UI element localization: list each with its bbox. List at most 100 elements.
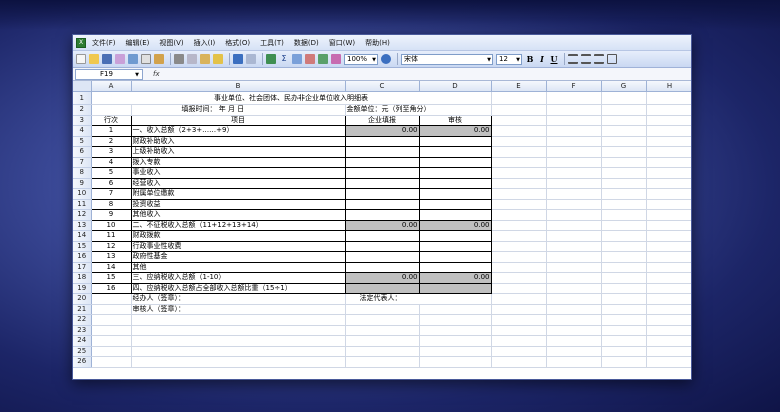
row-header[interactable]: 21 xyxy=(73,304,92,315)
cell[interactable] xyxy=(646,115,691,126)
cell[interactable] xyxy=(491,262,547,273)
cell[interactable] xyxy=(646,325,691,336)
header-audit[interactable]: 审核 xyxy=(418,114,492,126)
cell[interactable] xyxy=(646,146,691,158)
cell[interactable] xyxy=(91,335,132,347)
paste-icon[interactable] xyxy=(200,54,210,64)
reviewer-label[interactable]: 审核人（签章）： xyxy=(131,304,346,315)
audit-value-cell[interactable] xyxy=(418,167,492,179)
cell[interactable] xyxy=(601,262,647,273)
save-icon[interactable] xyxy=(102,54,112,64)
cell[interactable] xyxy=(345,314,420,326)
menu-edit[interactable]: 编辑(E) xyxy=(126,38,150,48)
cell[interactable] xyxy=(646,272,691,284)
cell[interactable] xyxy=(601,346,647,357)
merge-center-icon[interactable] xyxy=(607,54,617,64)
enterprise-value-cell[interactable]: 0.00 xyxy=(344,219,420,231)
cell[interactable] xyxy=(546,346,602,357)
cell[interactable] xyxy=(601,104,647,116)
row-header[interactable]: 18 xyxy=(73,272,92,284)
row-no-cell[interactable]: 3 xyxy=(90,146,132,158)
cell[interactable] xyxy=(91,304,132,315)
print-preview-icon[interactable] xyxy=(141,54,151,64)
cell[interactable] xyxy=(546,91,602,105)
row-no-cell[interactable]: 11 xyxy=(90,230,132,242)
item-label-cell[interactable]: 四、应纳税收入总额占全部收入总额比重（15÷1） xyxy=(130,282,346,294)
cell[interactable] xyxy=(491,356,547,368)
cell[interactable] xyxy=(646,314,691,326)
cell[interactable] xyxy=(601,209,647,221)
item-label-cell[interactable]: 财政补助收入 xyxy=(130,135,346,147)
copy-icon[interactable] xyxy=(187,54,197,64)
row-header[interactable]: 19 xyxy=(73,283,92,294)
item-label-cell[interactable]: 拨入专款 xyxy=(130,156,346,168)
cell[interactable] xyxy=(601,293,647,305)
row-header[interactable]: 24 xyxy=(73,335,92,347)
row-header[interactable]: 23 xyxy=(73,325,92,336)
row-header[interactable]: 20 xyxy=(73,293,92,305)
cell[interactable] xyxy=(491,115,547,126)
cell[interactable] xyxy=(491,91,547,105)
column-header[interactable]: C xyxy=(345,81,420,92)
cell[interactable] xyxy=(646,241,691,252)
cell[interactable] xyxy=(491,167,547,179)
cell[interactable] xyxy=(419,346,492,357)
cell[interactable] xyxy=(601,304,647,315)
row-no-cell[interactable]: 15 xyxy=(90,272,132,284)
row-header[interactable]: 7 xyxy=(73,157,92,168)
legal-rep-label[interactable]: 法定代表人： xyxy=(345,293,492,305)
audit-value-cell[interactable] xyxy=(418,240,492,252)
cell[interactable] xyxy=(646,104,691,116)
help-icon[interactable] xyxy=(381,54,391,64)
row-no-cell[interactable]: 14 xyxy=(90,261,132,273)
row-header[interactable]: 14 xyxy=(73,230,92,242)
cell[interactable] xyxy=(491,209,547,221)
column-header[interactable]: F xyxy=(546,81,602,92)
redo-icon[interactable] xyxy=(246,54,256,64)
row-header[interactable]: 11 xyxy=(73,199,92,210)
italic-button[interactable]: I xyxy=(537,54,547,64)
row-header[interactable]: 9 xyxy=(73,178,92,189)
spelling-icon[interactable] xyxy=(154,54,164,64)
item-label-cell[interactable]: 上级补助收入 xyxy=(130,146,346,158)
enterprise-value-cell[interactable] xyxy=(344,198,420,210)
new-icon[interactable] xyxy=(76,54,86,64)
cell[interactable] xyxy=(601,283,647,294)
bold-button[interactable]: B xyxy=(525,54,535,64)
audit-value-cell[interactable] xyxy=(418,146,492,158)
cell[interactable] xyxy=(601,157,647,168)
cell[interactable] xyxy=(646,346,691,357)
align-center-icon[interactable] xyxy=(581,54,591,64)
row-no-cell[interactable]: 2 xyxy=(90,135,132,147)
cell[interactable] xyxy=(131,325,346,336)
cut-icon[interactable] xyxy=(174,54,184,64)
cell[interactable] xyxy=(491,346,547,357)
row-no-cell[interactable]: 7 xyxy=(90,188,132,200)
cell[interactable] xyxy=(601,272,647,284)
cell[interactable] xyxy=(546,136,602,147)
cell[interactable] xyxy=(546,325,602,336)
cell[interactable] xyxy=(491,325,547,336)
cell[interactable] xyxy=(491,104,547,116)
cell[interactable] xyxy=(601,136,647,147)
cell[interactable] xyxy=(546,356,602,368)
row-header[interactable]: 26 xyxy=(73,356,92,368)
cell[interactable] xyxy=(601,91,647,105)
audit-value-cell[interactable] xyxy=(418,177,492,189)
cell[interactable] xyxy=(491,241,547,252)
fill-time-label[interactable]: 填报时间： 年 月 日 xyxy=(131,104,346,116)
cell[interactable] xyxy=(546,188,602,200)
excel-app-icon[interactable]: X xyxy=(76,37,86,48)
handler-label[interactable]: 经办人（签章）： xyxy=(131,293,346,305)
cell[interactable] xyxy=(491,230,547,242)
row-header[interactable]: 12 xyxy=(73,209,92,221)
row-no-cell[interactable]: 10 xyxy=(90,219,132,231)
cell[interactable] xyxy=(491,304,547,315)
cell[interactable] xyxy=(646,220,691,231)
cell[interactable] xyxy=(91,325,132,336)
item-label-cell[interactable]: 其他收入 xyxy=(130,209,346,221)
cell[interactable] xyxy=(546,293,602,305)
drawing-icon[interactable] xyxy=(331,54,341,64)
cell[interactable] xyxy=(91,356,132,368)
audit-value-cell[interactable] xyxy=(418,135,492,147)
